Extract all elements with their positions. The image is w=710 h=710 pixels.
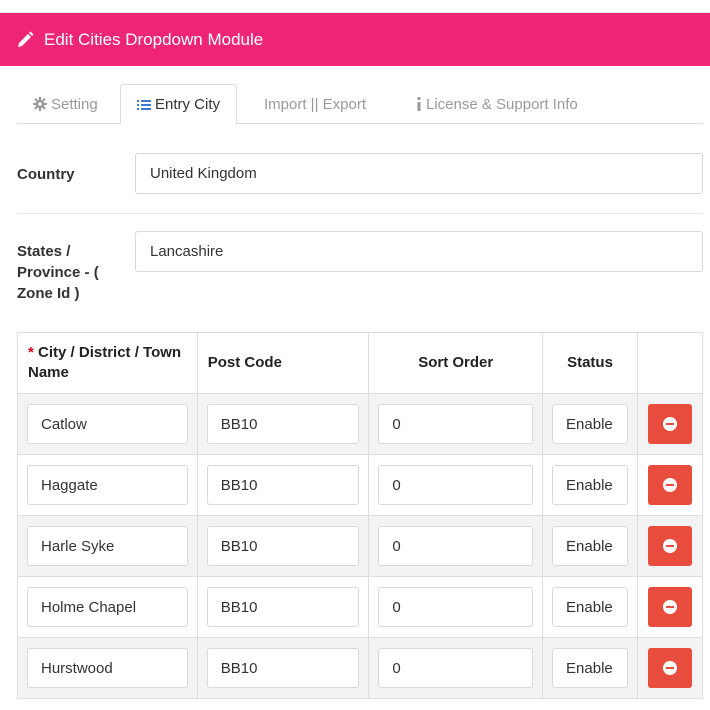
city-value: Harle Syke [41,537,115,555]
table-header-row: * City / District / Town Name Post Code … [17,332,704,394]
sort-order-value: 0 [392,415,401,433]
remove-row-button[interactable] [647,587,692,627]
table-row: Hurstwood BB10 0 Enable [17,637,704,699]
top-strip [0,0,710,13]
city-input[interactable]: Holme Chapel [27,587,188,627]
sort-order-value: 0 [392,476,401,494]
postcode-value: BB10 [220,476,258,494]
tab-import-export[interactable]: Import || Export [248,84,382,124]
country-value: United Kingdom [150,165,257,182]
city-input[interactable]: Hurstwood [27,648,188,688]
remove-row-button[interactable] [647,648,692,688]
table-row: Holme Chapel BB10 0 Enable [17,576,704,638]
status-value: Enable [566,476,613,494]
remove-row-button[interactable] [647,404,692,444]
status-value: Enable [566,415,613,433]
sort-order-column-header: Sort Order [368,332,544,394]
postcode-value: BB10 [220,659,258,677]
minus-circle-icon [662,539,677,553]
status-column-header: Status [542,332,638,394]
status-value: Enable [566,537,613,555]
panel-header: Edit Cities Dropdown Module [0,13,710,66]
gear-icon [33,97,47,111]
sort-order-input[interactable]: 0 [378,648,534,688]
country-field[interactable]: United Kingdom [135,153,703,194]
city-value: Holme Chapel [41,598,137,616]
status-select[interactable]: Enable [552,587,628,627]
table-row: Harle Syke BB10 0 Enable [17,515,704,577]
status-select[interactable]: Enable [552,648,628,688]
tab-license-support[interactable]: License & Support Info [400,84,594,124]
minus-circle-icon [662,417,677,431]
sort-order-value: 0 [392,598,401,616]
postcode-input[interactable]: BB10 [206,648,360,688]
tab-setting-label: Setting [51,95,98,113]
city-input[interactable]: Harle Syke [27,526,188,566]
city-header-line: City / District / Town [38,344,182,361]
state-value: Lancashire [150,243,224,260]
state-field[interactable]: Lancashire [135,231,703,272]
city-input[interactable]: Catlow [27,404,188,444]
state-label: States / Province - ( Zone Id ) [17,241,99,304]
city-value: Haggate [41,476,98,494]
panel-title: Edit Cities Dropdown Module [44,29,264,49]
city-value: Hurstwood [41,659,113,677]
table-row: Haggate BB10 0 Enable [17,454,704,516]
tab-entry-city-label: Entry City [155,96,221,113]
remove-row-button[interactable] [647,465,692,505]
table-row: Catlow BB10 0 Enable [17,393,704,455]
sort-order-value: 0 [392,537,401,555]
city-header-line: Name [28,364,69,381]
state-label-line: Zone Id ) [17,285,80,302]
postcode-input[interactable]: BB10 [206,465,360,505]
minus-circle-icon [662,478,677,492]
postcode-value: BB10 [220,598,258,616]
sort-order-input[interactable]: 0 [378,526,534,566]
tab-entry-city[interactable]: Entry City [120,84,238,125]
divider [17,213,703,214]
city-input[interactable]: Haggate [27,465,188,505]
list-icon [137,99,151,111]
country-label: Country [17,166,75,183]
minus-circle-icon [662,661,677,675]
tab-license-support-label: License & Support Info [426,95,578,113]
postcode-input[interactable]: BB10 [206,587,360,627]
action-column-header [636,332,704,394]
status-value: Enable [566,659,613,677]
sort-order-input[interactable]: 0 [378,404,534,444]
info-icon [416,97,422,111]
city-column-header: * City / District / Town Name [17,332,198,394]
tab-bar: Setting Entry City Import || Export Lice… [17,84,703,125]
status-select[interactable]: Enable [552,526,628,566]
sort-order-input[interactable]: 0 [378,465,534,505]
tab-setting[interactable]: Setting [17,84,114,124]
tab-import-export-label: Import || Export [264,95,366,113]
postcode-value: BB10 [220,537,258,555]
state-label-line: Province - ( [17,264,99,281]
sort-order-value: 0 [392,659,401,677]
minus-circle-icon [662,600,677,614]
cities-table: * City / District / Town Name Post Code … [17,332,704,699]
status-select[interactable]: Enable [552,404,628,444]
sort-order-input[interactable]: 0 [378,587,534,627]
status-value: Enable [566,598,613,616]
postcode-value: BB10 [220,415,258,433]
pencil-icon [16,31,34,49]
required-marker: * [28,344,34,361]
city-value: Catlow [41,415,87,433]
postcode-input[interactable]: BB10 [206,526,360,566]
postcode-column-header: Post Code [196,332,370,394]
status-select[interactable]: Enable [552,465,628,505]
remove-row-button[interactable] [647,526,692,566]
postcode-input[interactable]: BB10 [206,404,360,444]
state-label-line: States / [17,243,71,260]
